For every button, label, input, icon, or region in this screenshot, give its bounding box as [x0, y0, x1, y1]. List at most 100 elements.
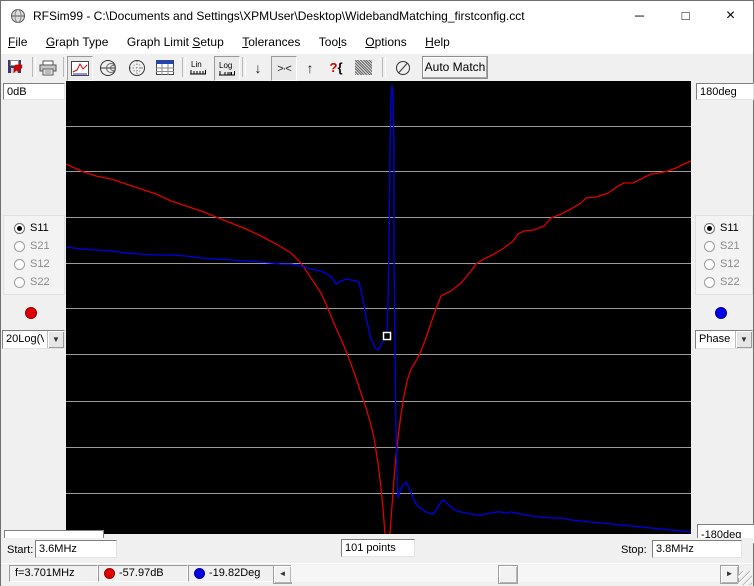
marker-scroll-right-button[interactable]: ►	[720, 565, 739, 584]
right-top-limit-box[interactable]: 180deg	[696, 83, 754, 100]
save-icon	[7, 59, 25, 76]
arrow-up-icon: ↑	[307, 60, 314, 76]
polar-chart-button[interactable]	[125, 56, 149, 79]
query-limits-button[interactable]: ?{	[324, 56, 348, 79]
lin-scale-button[interactable]: Lin	[186, 56, 210, 79]
autoscale-button[interactable]: >·<	[271, 56, 297, 81]
menu-tolerances[interactable]: Tolerances	[235, 31, 307, 53]
blue-trace-dot	[194, 568, 205, 579]
left-trace-color-dot	[25, 307, 37, 319]
circle-slash-icon	[395, 60, 411, 76]
marker-scrollbar-thumb[interactable]	[498, 565, 518, 584]
polar-chart-icon	[128, 59, 146, 77]
menu-tools[interactable]: Tools	[312, 31, 354, 53]
left-radio-s22[interactable]: S22	[14, 274, 50, 290]
red-readout: -57.97dB	[119, 566, 164, 581]
radio-icon	[704, 259, 715, 270]
sweep-strip: Start: 3.6MHz 101 points Stop: 3.8MHz	[1, 538, 753, 563]
tolerance-button[interactable]	[351, 56, 375, 79]
menu-graph-type[interactable]: Graph Type	[39, 31, 116, 53]
title-bar: RFSim99 - C:\Documents and Settings\XPMU…	[1, 1, 753, 31]
plot-marker[interactable]	[384, 333, 391, 340]
radio-icon	[704, 241, 715, 252]
plot-area[interactable]	[66, 81, 691, 534]
radio-icon	[14, 241, 25, 252]
right-scale-combo[interactable]: Phase ▼	[695, 330, 753, 349]
right-axis-panel: 180deg S11 S21 S12 S22 Phase ▼	[691, 81, 753, 563]
plot-svg	[66, 81, 691, 534]
noise-pattern-icon	[355, 60, 372, 75]
red-trace-dot	[104, 568, 115, 579]
left-sparam-group: S11 S21 S12 S22	[3, 215, 65, 295]
points-box[interactable]: 101 points	[341, 539, 415, 557]
blue-readout-box: -19.82Deg	[188, 565, 279, 582]
limit-down-button[interactable]: ↓	[246, 56, 270, 79]
blue-readout: -19.82Deg	[209, 566, 260, 581]
marker-frequency-box: f=3.701MHz	[9, 565, 98, 582]
app-window: RFSim99 - C:\Documents and Settings\XPMU…	[0, 0, 754, 586]
graph-view-icon	[71, 61, 89, 76]
right-scale-value: Phase	[699, 333, 737, 345]
query-limits-icon: ?{	[329, 60, 342, 75]
log-scale-button[interactable]: Log	[214, 56, 240, 81]
status-bar: f=3.701MHz -57.97dB -19.82Deg ◄ ►	[1, 563, 753, 586]
lin-scale-icon: Lin	[188, 59, 208, 77]
left-radio-s11[interactable]: S11	[14, 220, 49, 236]
abort-button[interactable]	[391, 56, 415, 79]
minimize-button[interactable]: ─	[617, 1, 662, 31]
resize-grip-icon[interactable]	[738, 571, 752, 585]
left-axis-panel: 0dB S11 S21 S12 S22 20Log(V) ▼	[1, 81, 66, 563]
menu-bar: File Graph Type Graph Limit Setup Tolera…	[1, 31, 753, 55]
radio-icon	[14, 223, 25, 234]
svg-text:Log: Log	[219, 61, 232, 70]
left-scale-combo[interactable]: 20Log(V) ▼	[2, 330, 65, 349]
menu-options[interactable]: Options	[358, 31, 413, 53]
arrow-down-icon: ↓	[255, 60, 262, 76]
window-title: RFSim99 - C:\Documents and Settings\XPMU…	[33, 9, 525, 23]
right-trace-color-dot	[715, 307, 727, 319]
limit-up-button[interactable]: ↑	[298, 56, 322, 79]
log-scale-icon: Log	[217, 60, 237, 78]
close-button[interactable]: ×	[708, 1, 753, 31]
radio-icon	[14, 259, 25, 270]
left-top-limit-box[interactable]: 0dB	[3, 83, 65, 100]
toolbar: Lin Log ↓ >·< ↑ ?{	[1, 54, 753, 82]
right-sparam-group: S11 S21 S12 S22	[695, 215, 753, 295]
start-input[interactable]: 3.6MHz	[35, 540, 117, 558]
right-radio-s11[interactable]: S11	[704, 220, 739, 236]
smith-chart-icon	[99, 59, 117, 77]
auto-match-button[interactable]: Auto Match	[422, 56, 488, 79]
print-button[interactable]	[36, 56, 60, 79]
right-radio-s12[interactable]: S12	[704, 256, 740, 272]
save-button[interactable]	[4, 56, 28, 79]
left-scale-value: 20Log(V)	[6, 333, 44, 345]
menu-graph-limit-setup[interactable]: Graph Limit Setup	[120, 31, 231, 53]
smith-chart-button[interactable]	[96, 56, 120, 79]
stop-input[interactable]: 3.8MHz	[652, 540, 742, 558]
left-radio-s12[interactable]: S12	[14, 256, 50, 272]
table-view-button[interactable]	[153, 56, 177, 79]
start-label: Start:	[7, 544, 33, 556]
maximize-button[interactable]: □	[663, 1, 708, 31]
radio-icon	[704, 277, 715, 288]
svg-text:Lin: Lin	[191, 60, 202, 69]
radio-icon	[14, 277, 25, 288]
stop-label: Stop:	[621, 544, 647, 556]
print-icon	[39, 60, 57, 76]
right-radio-s22[interactable]: S22	[704, 274, 740, 290]
left-radio-s21[interactable]: S21	[14, 238, 50, 254]
radio-icon	[704, 223, 715, 234]
graph-view-button[interactable]	[67, 56, 93, 81]
red-readout-box: -57.97dB	[98, 565, 188, 582]
marker-frequency: f=3.701MHz	[15, 566, 75, 581]
toolbar-separator	[382, 57, 386, 77]
app-icon	[10, 8, 26, 24]
table-view-icon	[156, 60, 174, 75]
chevron-down-icon[interactable]: ▼	[735, 331, 752, 348]
marker-scroll-left-button[interactable]: ◄	[273, 565, 292, 584]
chevron-down-icon[interactable]: ▼	[47, 331, 64, 348]
menu-file[interactable]: File	[1, 31, 34, 53]
menu-help[interactable]: Help	[418, 31, 457, 53]
autoscale-icon: >·<	[277, 63, 291, 75]
right-radio-s21[interactable]: S21	[704, 238, 740, 254]
